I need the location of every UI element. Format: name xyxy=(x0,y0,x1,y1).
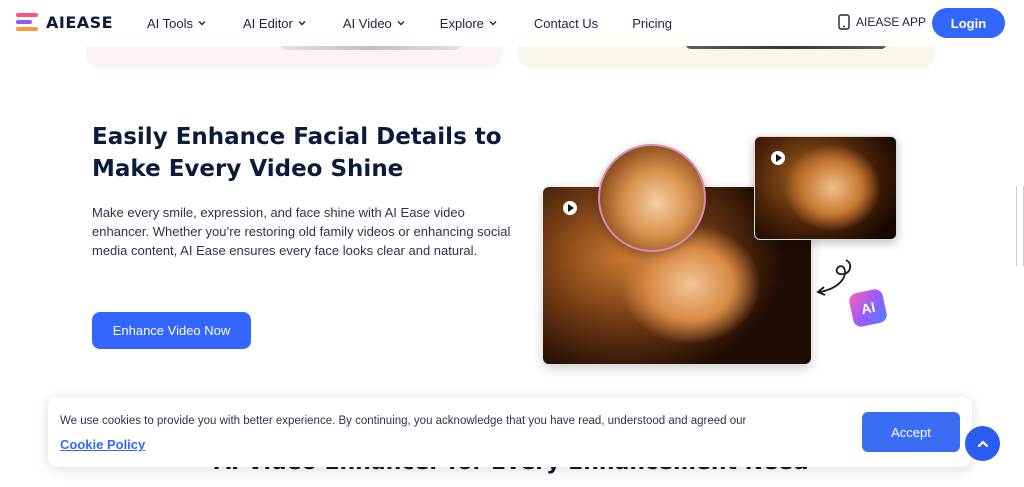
menu-label: AI Video xyxy=(342,15,392,31)
scrollbar[interactable] xyxy=(1016,186,1024,266)
main-menu: AI Tools AI Editor AI Video Explore Cont… xyxy=(147,0,708,46)
section-description: Make every smile, expression, and face s… xyxy=(92,205,511,258)
app-label: AIEASE APP xyxy=(856,15,927,29)
menu-label: AI Editor xyxy=(243,15,293,31)
chevron-down-icon xyxy=(198,21,206,26)
chevron-down-icon xyxy=(298,21,306,26)
face-zoom-image xyxy=(598,144,706,252)
menu-label: Pricing xyxy=(632,15,672,31)
chevron-up-icon xyxy=(977,439,988,447)
menu-ai-editor[interactable]: AI Editor xyxy=(243,16,307,31)
video-preview-enhanced[interactable] xyxy=(754,136,897,240)
ai-badge-icon: AI xyxy=(847,287,889,329)
section-title: Easily Enhance Facial Details to Make Ev… xyxy=(92,124,502,182)
menu-ai-video[interactable]: AI Video xyxy=(343,16,406,31)
cookie-message: We use cookies to provide you with bette… xyxy=(60,415,747,427)
chevron-down-icon xyxy=(489,21,497,26)
accept-cookies-button[interactable]: Accept xyxy=(862,412,960,452)
logo-text: AIEASE xyxy=(46,12,114,32)
logo-icon xyxy=(16,12,40,32)
top-nav: AIEASE AI Tools AI Editor AI Video Explo… xyxy=(0,0,1024,46)
enhance-video-button[interactable]: Enhance Video Now xyxy=(92,312,251,349)
phone-icon xyxy=(838,14,850,30)
chevron-down-icon xyxy=(397,21,405,26)
cookie-policy-link[interactable]: Cookie Policy xyxy=(60,437,145,452)
menu-label: Explore xyxy=(439,15,484,31)
menu-label: Contact Us xyxy=(533,15,599,31)
play-icon[interactable] xyxy=(771,151,785,165)
app-download-link[interactable]: AIEASE APP xyxy=(838,14,926,30)
cookie-banner: We use cookies to provide you with bette… xyxy=(48,397,972,467)
menu-explore[interactable]: Explore xyxy=(440,16,498,31)
scroll-to-top-button[interactable] xyxy=(965,426,1000,461)
menu-ai-tools[interactable]: AI Tools xyxy=(147,16,207,31)
menu-contact-us[interactable]: Contact Us xyxy=(534,16,598,31)
menu-pricing[interactable]: Pricing xyxy=(632,16,672,31)
logo[interactable]: AIEASE xyxy=(16,12,113,32)
menu-label: AI Tools xyxy=(147,15,194,31)
login-button[interactable]: Login xyxy=(932,8,1005,38)
play-icon[interactable] xyxy=(563,201,577,215)
